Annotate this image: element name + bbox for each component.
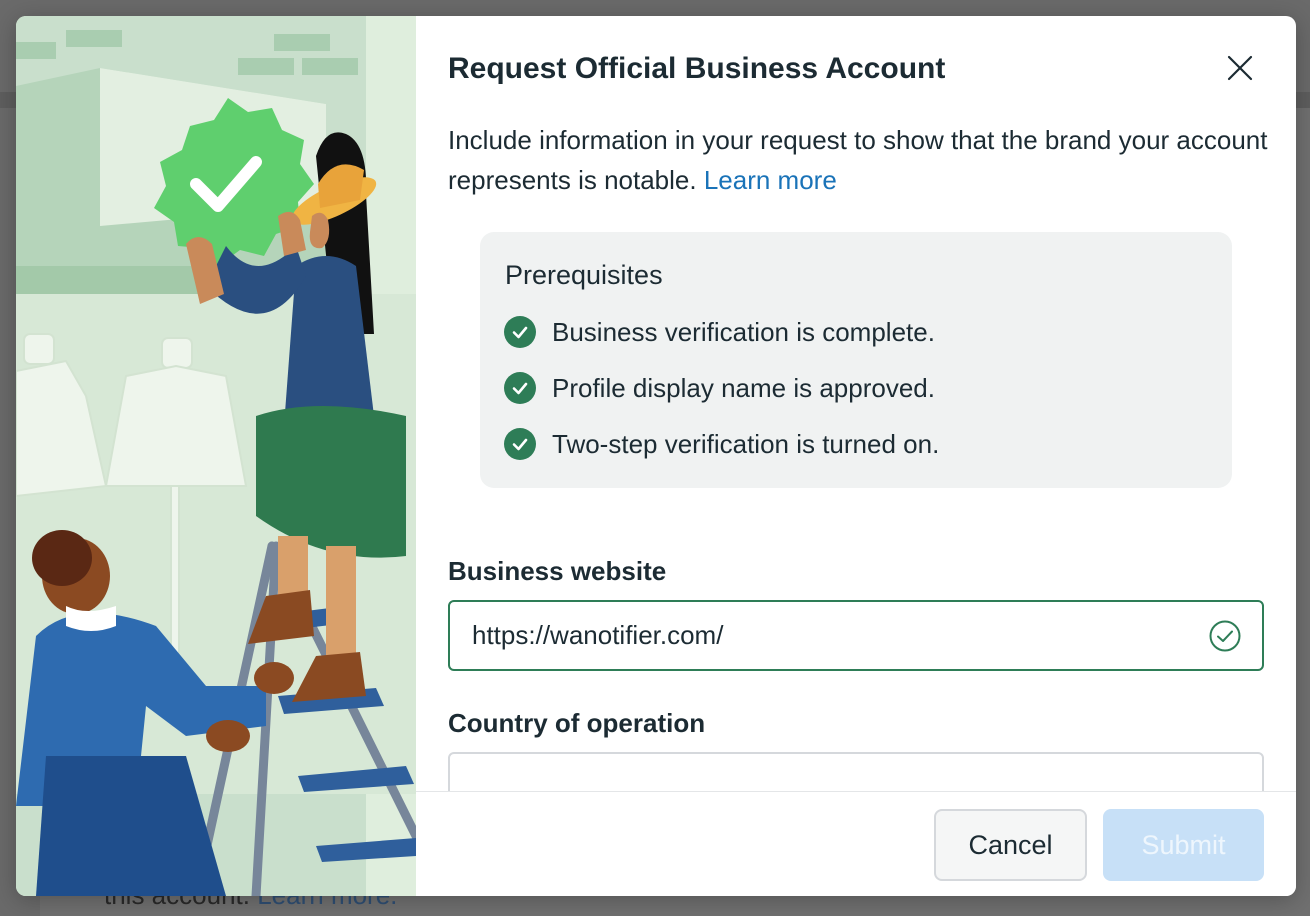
intro-text: Include information in your request to s…	[448, 125, 1268, 195]
valid-check-icon	[1209, 620, 1241, 652]
illustration-panel	[16, 16, 416, 896]
intro-paragraph: Include information in your request to s…	[448, 120, 1278, 200]
country-of-operation-label: Country of operation	[448, 708, 706, 738]
close-icon	[1227, 55, 1253, 81]
dialog-footer: Cancel Submit	[416, 791, 1296, 896]
check-circle-icon	[504, 316, 536, 348]
business-website-input[interactable]	[472, 602, 1192, 669]
prerequisite-item: Two-step verification is turned on.	[504, 428, 939, 460]
country-of-operation-select[interactable]	[448, 752, 1264, 791]
storefront-illustration	[16, 16, 416, 896]
request-oba-dialog: Request Official Business Account Includ…	[16, 16, 1296, 896]
prerequisites-title: Prerequisites	[505, 260, 663, 290]
prerequisites-box: Prerequisites Business verification is c…	[480, 232, 1232, 488]
check-circle-icon	[504, 428, 536, 460]
prerequisite-item: Profile display name is approved.	[504, 372, 935, 404]
prerequisite-label: Two-step verification is turned on.	[552, 428, 940, 459]
dialog-content: Request Official Business Account Includ…	[416, 16, 1296, 791]
check-circle-icon	[504, 372, 536, 404]
close-button[interactable]	[1222, 50, 1258, 86]
learn-more-link[interactable]: Learn more	[704, 165, 837, 195]
prerequisite-label: Profile display name is approved.	[552, 372, 935, 403]
business-website-field[interactable]	[448, 600, 1264, 671]
prerequisite-label: Business verification is complete.	[552, 316, 935, 347]
business-website-label: Business website	[448, 556, 667, 586]
prerequisite-item: Business verification is complete.	[504, 316, 935, 348]
dialog-title: Request Official Business Account	[448, 52, 946, 85]
cancel-button[interactable]: Cancel	[934, 809, 1087, 881]
submit-button[interactable]: Submit	[1103, 809, 1264, 881]
